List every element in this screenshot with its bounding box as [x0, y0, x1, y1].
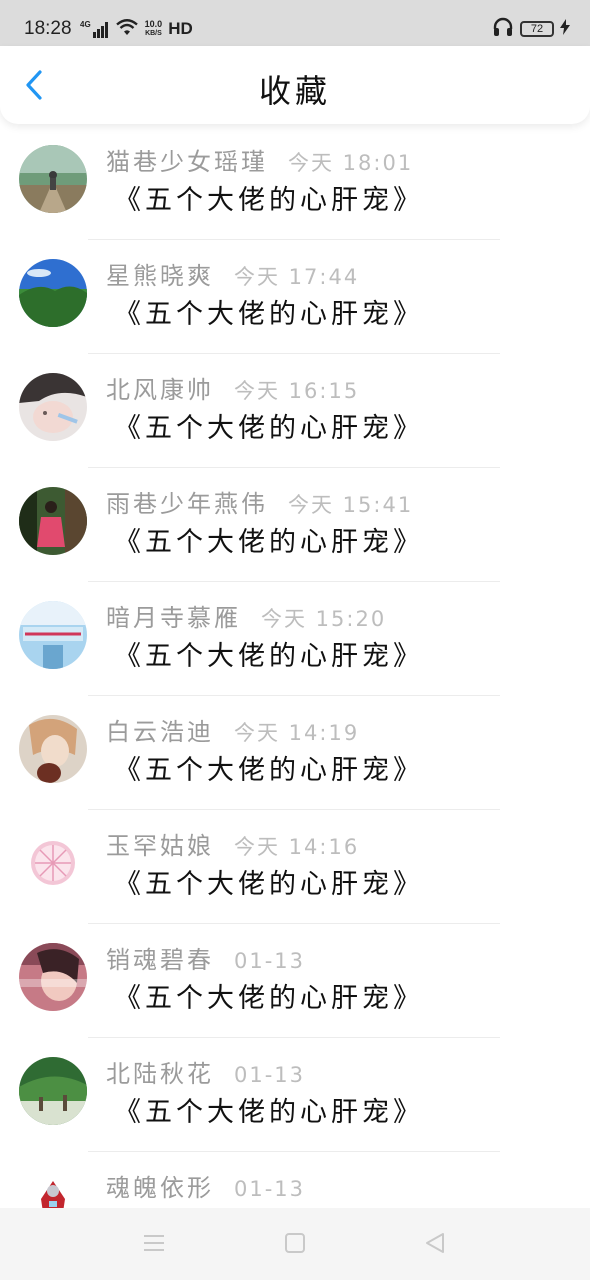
- avatar[interactable]: [19, 829, 87, 897]
- app-header: 收藏: [0, 46, 590, 124]
- list-item[interactable]: 魂魄依形 01-13: [0, 1152, 590, 1208]
- avatar[interactable]: [19, 373, 87, 441]
- timestamp: 今天 14:19: [234, 721, 360, 745]
- back-nav-button[interactable]: [420, 1230, 450, 1260]
- page-title: 收藏: [258, 72, 331, 110]
- system-nav-bar: [0, 1208, 590, 1280]
- avatar[interactable]: [19, 487, 87, 555]
- timestamp: 01-13: [234, 949, 306, 973]
- signal-icon: 4G: [80, 20, 109, 38]
- book-title[interactable]: 《五个大佬的心肝宠》: [114, 748, 424, 787]
- timestamp: 01-13: [234, 1177, 306, 1201]
- back-triangle-icon: [424, 1232, 446, 1258]
- book-title[interactable]: 《五个大佬的心肝宠》: [114, 520, 424, 559]
- timestamp: 今天 14:16: [234, 835, 360, 859]
- book-title[interactable]: 《五个大佬的心肝宠》: [114, 292, 424, 331]
- favorites-list: 猫巷少女瑶瑾 今天 18:01 《五个大佬的心肝宠》 星熊晓爽 今天 17:44…: [0, 126, 590, 1208]
- list-item[interactable]: 雨巷少年燕伟 今天 15:41 《五个大佬的心肝宠》: [0, 468, 590, 582]
- timestamp: 今天 15:41: [288, 493, 414, 517]
- book-title[interactable]: 《五个大佬的心肝宠》: [114, 178, 424, 217]
- menu-button[interactable]: [139, 1230, 169, 1260]
- user-name[interactable]: 暗月寺慕雁: [106, 598, 241, 633]
- headphones-icon: [492, 16, 514, 42]
- menu-icon: [143, 1233, 165, 1257]
- user-name[interactable]: 魂魄依形: [106, 1168, 214, 1203]
- avatar[interactable]: [19, 715, 87, 783]
- book-title[interactable]: 《五个大佬的心肝宠》: [114, 862, 424, 901]
- network-speed: 10.0 KB/S: [144, 19, 163, 38]
- avatar[interactable]: [19, 1057, 87, 1125]
- user-name[interactable]: 北风康帅: [106, 370, 214, 405]
- book-title[interactable]: 《五个大佬的心肝宠》: [114, 634, 424, 673]
- status-time: 18:28: [24, 18, 72, 39]
- book-title[interactable]: 《五个大佬的心肝宠》: [114, 976, 424, 1015]
- wifi-icon: [115, 18, 139, 40]
- avatar[interactable]: [19, 943, 87, 1011]
- timestamp: 今天 18:01: [288, 151, 414, 175]
- list-item[interactable]: 北风康帅 今天 16:15 《五个大佬的心肝宠》: [0, 354, 590, 468]
- hd-indicator: HD: [168, 19, 193, 38]
- charging-icon: [560, 19, 570, 39]
- book-title[interactable]: 《五个大佬的心肝宠》: [114, 406, 424, 445]
- user-name[interactable]: 雨巷少年燕伟: [106, 484, 268, 519]
- user-name[interactable]: 白云浩迪: [106, 712, 214, 747]
- list-item[interactable]: 星熊晓爽 今天 17:44 《五个大佬的心肝宠》: [0, 240, 590, 354]
- user-name[interactable]: 猫巷少女瑶瑾: [106, 142, 268, 177]
- home-button[interactable]: [280, 1230, 310, 1260]
- network-type: 4G: [80, 20, 91, 29]
- user-name[interactable]: 北陆秋花: [106, 1054, 214, 1089]
- user-name[interactable]: 销魂碧春: [106, 940, 214, 975]
- timestamp: 01-13: [234, 1063, 306, 1087]
- timestamp: 今天 17:44: [234, 265, 360, 289]
- list-item[interactable]: 猫巷少女瑶瑾 今天 18:01 《五个大佬的心肝宠》: [0, 126, 590, 240]
- user-name[interactable]: 星熊晓爽: [106, 256, 214, 291]
- user-name[interactable]: 玉罕姑娘: [106, 826, 214, 861]
- home-icon: [284, 1232, 306, 1258]
- list-item[interactable]: 白云浩迪 今天 14:19 《五个大佬的心肝宠》: [0, 696, 590, 810]
- list-item[interactable]: 销魂碧春 01-13 《五个大佬的心肝宠》: [0, 924, 590, 1038]
- list-item[interactable]: 北陆秋花 01-13 《五个大佬的心肝宠》: [0, 1038, 590, 1152]
- list-item[interactable]: 玉罕姑娘 今天 14:16 《五个大佬的心肝宠》: [0, 810, 590, 924]
- timestamp: 今天 16:15: [234, 379, 360, 403]
- avatar[interactable]: [19, 601, 87, 669]
- battery-indicator: 72: [520, 21, 554, 37]
- avatar[interactable]: [19, 145, 87, 213]
- book-title[interactable]: 《五个大佬的心肝宠》: [114, 1090, 424, 1129]
- timestamp: 今天 15:20: [261, 607, 387, 631]
- list-item[interactable]: 暗月寺慕雁 今天 15:20 《五个大佬的心肝宠》: [0, 582, 590, 696]
- avatar[interactable]: [19, 1171, 87, 1208]
- avatar[interactable]: [19, 259, 87, 327]
